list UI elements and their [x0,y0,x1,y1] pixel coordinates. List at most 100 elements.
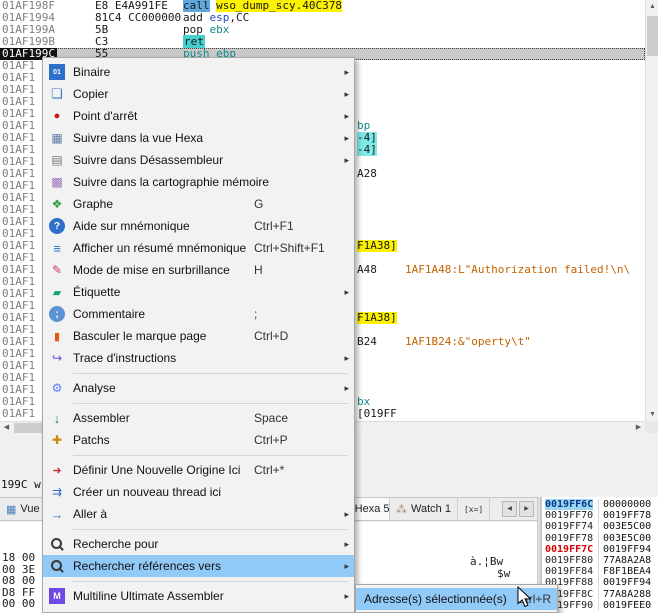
menu-separator [43,399,354,407]
menu-shortcut: Ctrl+Shift+F1 [254,241,325,255]
tab-scroll-right-icon[interactable]: ▶ [519,501,534,517]
disassembler-icon: ▤ [49,152,65,168]
submenu-arrow-icon: ▸ [344,67,349,78]
hex-tab-icon: ▦ [6,503,16,516]
menu-item-patchs[interactable]: ✚PatchsCtrl+P [43,429,354,451]
submenu-item-label: Adresse(s) sélectionnée(s) [364,592,507,606]
code-fragment: A28 [357,168,377,180]
copy-icon: ❏ [49,86,65,102]
menu-item-assembler[interactable]: ↓AssemblerSpace [43,407,354,429]
submenu-arrow-icon: ▸ [344,509,349,520]
menu-item-aide-sur-mnemonique[interactable]: ?Aide sur mnémoniqueCtrl+F1 [43,215,354,237]
stack-value: 0019FF94 [598,544,651,555]
menu-item-label: Graphe [73,197,113,211]
menu-item-suivre-dans-desassembleur[interactable]: ▤ Suivre dans Désassembleur ▸ [43,149,354,171]
submenu-arrow-icon: ▸ [344,287,349,298]
menu-item-label: Recherche pour [73,537,158,551]
menu-item-suivre-dans-la-cartographie-memoire[interactable]: ▩Suivre dans la cartographie mémoire [43,171,354,193]
stack-row[interactable]: 0019FF78003E5C00 [542,533,658,544]
code-fragment: F1A38] [357,240,397,252]
menu-item-label: Suivre dans Désassembleur [73,153,223,167]
stack-address: 0019FF80 [545,555,593,566]
label-icon: ▰ [49,284,65,300]
menu-item-afficher-un-resume-mnemonique[interactable]: ≡Afficher un résumé mnémoniqueCtrl+Shift… [43,237,354,259]
scroll-up-icon[interactable]: ▲ [646,0,658,13]
menu-item-aller-a[interactable]: →Aller à▸ [43,503,354,525]
menu-item-graphe[interactable]: ❖ Graphe G [43,193,354,215]
stack-address: 0019FF74 [545,521,593,532]
tab-scroll-left-icon[interactable]: ◀ [502,501,517,517]
stack-row[interactable]: 0019FF8077A8A2A8 [542,555,658,566]
stack-value: F8F1BEA4 [598,566,651,577]
stack-row[interactable]: 0019FF700019FF78 [542,510,658,521]
context-menu: 01Binaire▸❏Copier▸●Point d'arrêt▸▦Suivre… [42,57,355,613]
menu-item-creer-un-nouveau-thread-ici[interactable]: ⇉Créer un nouveau thread ici [43,481,354,503]
menu-item-basculer-le-marque-page[interactable]: ▮Basculer le marque pageCtrl+D [43,325,354,347]
menu-item-multiline-ultimate-assembler[interactable]: MMultiline Ultimate Assembler▸ [43,585,354,607]
submenu-arrow-icon: ▸ [344,539,349,550]
new-thread-icon: ⇉ [49,484,65,500]
vertical-scroll-thumb[interactable] [647,16,658,56]
stack-row[interactable]: 0019FF8C77A8A288 [542,589,658,600]
graph-icon: ❖ [49,196,65,212]
menu-item-label: Trace d'instructions [73,351,176,365]
menu-shortcut: Ctrl+D [254,329,288,343]
stack-row[interactable]: 0019FF84F8F1BEA4 [542,566,658,577]
vertical-scrollbar[interactable]: ▲ ▼ [645,0,658,421]
menu-item-recherche-pour[interactable]: Recherche pour ▸ [43,533,354,555]
menu-shortcut: G [254,197,263,211]
patch-icon: ✚ [49,432,65,448]
menu-item-point-d-arret[interactable]: ●Point d'arrêt▸ [43,105,354,127]
menu-item-rechercher-references-vers[interactable]: Rechercher références vers▸ [43,555,354,577]
code-fragment: -4] [357,144,377,156]
menu-item-etiquette[interactable]: ▰Étiquette▸ [43,281,354,303]
scroll-down-icon[interactable]: ▼ [646,408,658,421]
breakpoint-icon: ● [49,108,65,124]
menu-item-copier[interactable]: ❏Copier▸ [43,83,354,105]
stack-row[interactable]: 0019FF900019FEE0 [542,600,658,611]
stack-value: 0019FEE0 [598,600,651,611]
tab-locals[interactable]: [x=] [458,498,490,520]
stack-panel[interactable]: 0019FF6C000000000019FF700019FF780019FF74… [541,497,658,613]
search-icon [49,536,65,552]
stack-row[interactable]: 0019FF6C00000000 [542,499,658,510]
menu-separator [43,577,354,585]
code-fragment: 1AF1B24:&"operty\t" [405,336,531,348]
menu-item-definir-une-nouvelle-origine-ici[interactable]: ➜Définir Une Nouvelle Origine IciCtrl+* [43,459,354,481]
menu-item-commentaire[interactable]: ;Commentaire; [43,303,354,325]
stack-address: 0019FF6C [545,499,593,510]
stack-value: 0019FF78 [598,510,651,521]
menu-shortcut: Ctrl+F1 [254,219,294,233]
stack-row[interactable]: 0019FF7C0019FF94 [542,544,658,555]
menu-item-analyse[interactable]: ⚙Analyse▸ [43,377,354,399]
help-icon: ? [49,218,65,234]
menu-item-label: Analyse [73,381,116,395]
menu-item-trace-d-instructions[interactable]: ↪Trace d'instructions▸ [43,347,354,369]
search-references-icon [49,558,65,574]
stack-row[interactable]: 0019FF74003E5C00 [542,521,658,532]
menu-item-suivre-dans-la-vue-hexa[interactable]: ▦Suivre dans la vue Hexa▸ [43,127,354,149]
submenu-arrow-icon: ▸ [344,133,349,144]
assemble-icon: ↓ [49,410,65,426]
hex-view-icon: ▦ [49,130,65,146]
menu-item-mode-de-mise-en-surbrillance[interactable]: ✎Mode de mise en surbrillanceH [43,259,354,281]
tab-nav: ◀▶ [502,498,538,520]
submenu-arrow-icon: ▸ [344,561,349,572]
tab-watch-1[interactable]: ⁂Watch 1 [390,498,458,520]
menu-item-label: Mode de mise en surbrillance [73,263,230,277]
submenu-arrow-icon: ▸ [344,155,349,166]
menu-item-label: Aller à [73,507,107,521]
dump-ascii-fragment: $w [497,568,510,580]
stack-row[interactable]: 0019FF880019FF94 [542,577,658,588]
code-fragment: A48 [357,264,377,276]
menu-item-binaire[interactable]: 01Binaire▸ [43,61,354,83]
menu-item-label: Binaire [73,65,110,79]
dump-row[interactable]: 00 00 [2,598,35,610]
scroll-right-icon[interactable]: ▶ [632,422,645,433]
bookmark-icon: ▮ [49,328,65,344]
watch-paw-icon: ⁂ [396,503,407,516]
stack-address: 0019FF78 [545,533,593,544]
set-origin-icon: ➜ [49,462,65,478]
disasm-rows: 01AF198FE8 E4A991FEcall wso_dump_scy.40C… [0,0,645,60]
scroll-left-icon[interactable]: ◀ [0,422,13,433]
